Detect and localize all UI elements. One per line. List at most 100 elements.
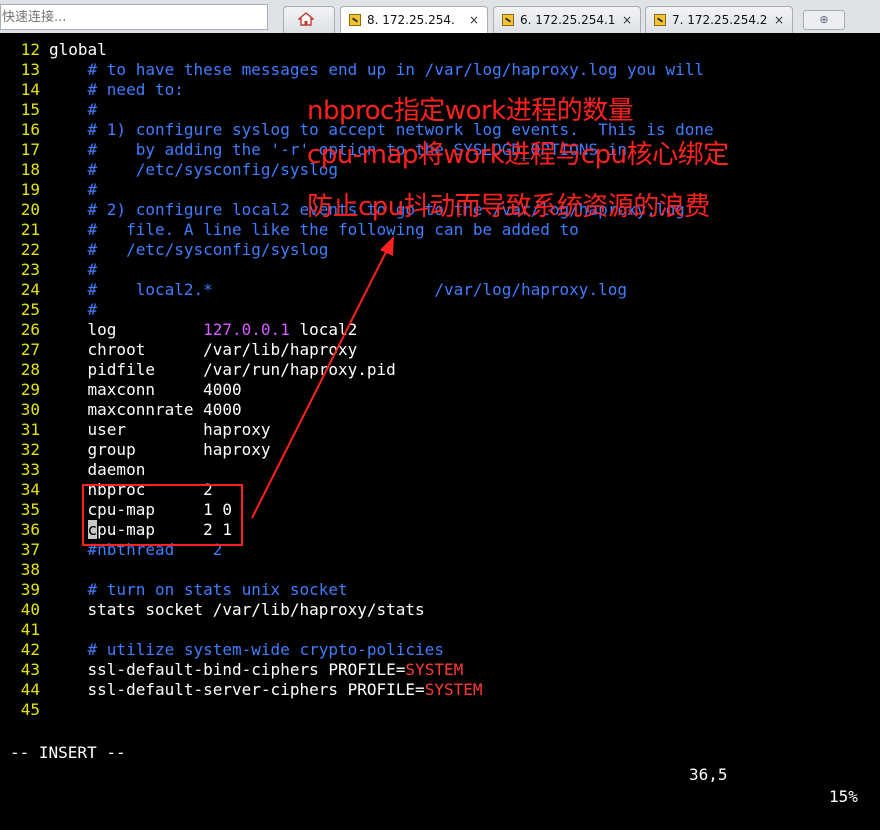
tab-session-7[interactable]: 7. 172.25.254.2 × (645, 6, 793, 33)
line-code: # (49, 300, 98, 320)
line-number: 29 (20, 380, 40, 399)
line-number: 37 (20, 540, 40, 559)
line-number: 32 (20, 440, 40, 459)
code-token: # need to: (49, 80, 184, 99)
scroll-percent: 15% (829, 787, 858, 806)
terminal-session-icon (654, 14, 666, 26)
code-token: pidfile /var/run/haproxy.pid (49, 360, 396, 379)
line-code: # /etc/sysconfig/syslog (49, 240, 329, 260)
editor-line: 25 # (0, 300, 880, 320)
line-code: # need to: (49, 80, 184, 100)
line-number: 27 (20, 340, 40, 359)
editor-line: 38 (0, 560, 880, 580)
tab-home[interactable] (283, 6, 335, 33)
code-token: # /etc/sysconfig/syslog (49, 240, 329, 259)
line-number: 43 (20, 660, 40, 679)
editor-line: 22 # /etc/sysconfig/syslog (0, 240, 880, 260)
line-code: # utilize system-wide crypto-policies (49, 640, 444, 660)
line-code: # to have these messages end up in /var/… (49, 60, 705, 80)
tab-bar: 8. 172.25.254. × 6. 172.25.254.1 × 7. 17… (0, 0, 880, 34)
new-tab-button[interactable]: ⊕ (803, 10, 845, 30)
editor-line: 43 ssl-default-bind-ciphers PROFILE=SYST… (0, 660, 880, 680)
code-token: # (49, 180, 98, 199)
annotation-nbproc: nbproc指定work进程的数量 (307, 96, 634, 126)
line-number: 42 (20, 640, 40, 659)
code-token: # to have these messages end up in /var/… (49, 60, 705, 79)
line-number: 14 (20, 80, 40, 99)
line-code: # (49, 180, 98, 200)
line-number: 39 (20, 580, 40, 599)
editor-line: 30 maxconnrate 4000 (0, 400, 880, 420)
tab-label: 6. 172.25.254.1 (520, 13, 616, 27)
home-icon (298, 12, 314, 26)
line-code: # local2.* /var/log/haproxy.log (49, 280, 627, 300)
line-number: 34 (20, 480, 40, 499)
quick-connect-input[interactable] (0, 4, 268, 30)
line-code: global (49, 40, 107, 60)
line-code: user haproxy (49, 420, 271, 440)
tab-session-8[interactable]: 8. 172.25.254. × (340, 6, 488, 34)
code-token: # utilize system-wide crypto-policies (49, 640, 444, 659)
line-number: 25 (20, 300, 40, 319)
line-number: 28 (20, 360, 40, 379)
line-code: chroot /var/lib/haproxy (49, 340, 358, 360)
line-code: log 127.0.0.1 local2 (49, 320, 358, 340)
line-number: 12 (20, 40, 40, 59)
close-icon[interactable]: × (469, 7, 479, 33)
line-number: 17 (20, 140, 40, 159)
line-number: 19 (20, 180, 40, 199)
close-icon[interactable]: × (622, 7, 632, 33)
code-token: maxconn 4000 (49, 380, 242, 399)
code-token: maxconnrate 4000 (49, 400, 242, 419)
line-code: group haproxy (49, 440, 271, 460)
line-code: # /etc/sysconfig/syslog (49, 160, 338, 180)
line-number: 20 (20, 200, 40, 219)
annotation-cpu-map: cpu-map将work进程与cpu核心绑定 (307, 140, 729, 170)
editor-line: 31 user haproxy (0, 420, 880, 440)
line-number: 40 (20, 600, 40, 619)
editor-line: 45 (0, 700, 880, 720)
line-number: 13 (20, 60, 40, 79)
code-token: # local2.* /var/log/haproxy.log (49, 280, 627, 299)
line-number: 23 (20, 260, 40, 279)
code-token: ssl-default-bind-ciphers PROFILE= (49, 660, 406, 679)
code-token: # (49, 300, 98, 319)
close-icon[interactable]: × (774, 7, 784, 33)
code-token: chroot /var/lib/haproxy (49, 340, 358, 359)
line-number: 36 (20, 520, 40, 539)
code-token: # turn on stats unix socket (49, 580, 348, 599)
annotation-purpose: 防止cpu抖动而导致系统资源的浪费 (307, 192, 710, 222)
line-number: 38 (20, 560, 40, 579)
code-token: local2 (289, 320, 358, 339)
line-number: 22 (20, 240, 40, 259)
code-token: user haproxy (49, 420, 271, 439)
line-code: ssl-default-server-ciphers PROFILE=SYSTE… (49, 680, 483, 700)
line-number: 26 (20, 320, 40, 339)
line-code: maxconn 4000 (49, 380, 242, 400)
tab-label: 8. 172.25.254. (367, 13, 455, 27)
line-code: stats socket /var/lib/haproxy/stats (49, 600, 425, 620)
code-token: stats socket /var/lib/haproxy/stats (49, 600, 425, 619)
editor-line: 40 stats socket /var/lib/haproxy/stats (0, 600, 880, 620)
code-token: 127.0.0.1 (203, 320, 290, 339)
code-token: # /etc/sysconfig/syslog (49, 160, 338, 179)
line-number: 31 (20, 420, 40, 439)
tab-session-6[interactable]: 6. 172.25.254.1 × (493, 6, 641, 33)
tab-label: 7. 172.25.254.2 (672, 13, 768, 27)
code-token: # (49, 100, 98, 119)
code-token: log (49, 320, 204, 339)
line-number: 18 (20, 160, 40, 179)
terminal-session-icon (349, 14, 361, 26)
editor-line: 29 maxconn 4000 (0, 380, 880, 400)
line-number: 15 (20, 100, 40, 119)
line-number: 44 (20, 680, 40, 699)
editor-line: 26 log 127.0.0.1 local2 (0, 320, 880, 340)
editor-line: 41 (0, 620, 880, 640)
line-code: maxconnrate 4000 (49, 400, 242, 420)
highlight-box (82, 484, 243, 546)
terminal-session-icon (502, 14, 514, 26)
editor-line: 32 group haproxy (0, 440, 880, 460)
editor-line: 27 chroot /var/lib/haproxy (0, 340, 880, 360)
line-code: # turn on stats unix socket (49, 580, 348, 600)
editor-line: 13 # to have these messages end up in /v… (0, 60, 880, 80)
